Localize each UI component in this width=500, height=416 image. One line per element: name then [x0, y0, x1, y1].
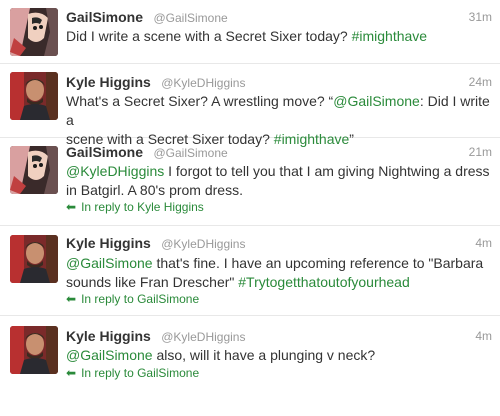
avatar[interactable]	[10, 235, 58, 283]
avatar[interactable]	[10, 8, 58, 56]
author-handle[interactable]: @GailSimone	[153, 146, 227, 160]
photo-avatar-icon	[10, 72, 58, 120]
reply-arrow-icon: ⬅	[66, 200, 77, 214]
timestamp[interactable]: 4m	[475, 236, 492, 250]
tweet-header: Kyle Higgins @KyleDHiggins 4m	[66, 328, 492, 346]
text-segment: I forgot to tell you that I am giving Ni…	[164, 163, 490, 179]
avatar[interactable]	[10, 326, 58, 374]
reply-label: In reply to GailSimone	[81, 292, 200, 306]
photo-avatar-icon	[10, 326, 58, 374]
mention-link[interactable]: @GailSimone	[66, 255, 153, 271]
tweet[interactable]: Kyle Higgins @KyleDHiggins 4m @GailSimon…	[0, 316, 500, 416]
reply-label: In reply to Kyle Higgins	[81, 200, 204, 214]
author-name[interactable]: Kyle Higgins	[66, 328, 151, 344]
author-name[interactable]: GailSimone	[66, 9, 143, 25]
author-handle[interactable]: @KyleDHiggins	[161, 330, 245, 344]
tweet-header: GailSimone @GailSimone 31m	[66, 9, 492, 27]
timestamp[interactable]: 24m	[469, 75, 492, 89]
avatar[interactable]	[10, 146, 58, 194]
text-line: sounds like Fran Drescher" #Trytogetthat…	[66, 273, 492, 292]
text-line: @GailSimone that's fine. I have an upcom…	[66, 254, 492, 273]
text-segment: that's fine. I have an upcoming referenc…	[152, 255, 484, 271]
text-segment: also, will it have a plunging v neck?	[152, 347, 376, 363]
author-name[interactable]: GailSimone	[66, 144, 143, 160]
hashtag-link[interactable]: #imighthave	[352, 28, 428, 44]
tweet-timeline: GailSimone @GailSimone 31m Did I write a…	[0, 0, 500, 416]
comic-art-avatar-icon	[10, 146, 58, 194]
tweet-header: Kyle Higgins @KyleDHiggins 4m	[66, 235, 492, 253]
text-segment: What's a Secret Sixer? A wrestling move?…	[66, 93, 334, 109]
author-handle[interactable]: @KyleDHiggins	[161, 76, 245, 90]
mention-link[interactable]: @GailSimone	[333, 93, 420, 109]
in-reply-to-link[interactable]: ⬅ In reply to Kyle Higgins	[66, 200, 204, 214]
tweet-text: @KyleDHiggins I forgot to tell you that …	[66, 162, 492, 200]
reply-label: In reply to GailSimone	[81, 366, 200, 380]
tweet[interactable]: Kyle Higgins @KyleDHiggins 4m @GailSimon…	[0, 226, 500, 316]
comic-art-avatar-icon	[10, 8, 58, 56]
author-name[interactable]: Kyle Higgins	[66, 235, 151, 251]
in-reply-to-link[interactable]: ⬅ In reply to GailSimone	[66, 292, 199, 306]
tweet-text: @GailSimone that's fine. I have an upcom…	[66, 254, 492, 292]
tweet[interactable]: GailSimone @GailSimone 31m Did I write a…	[0, 0, 500, 64]
tweet-text: Did I write a scene with a Secret Sixer …	[66, 27, 492, 46]
text-segment: in Batgirl. A 80's prom dress.	[66, 182, 243, 198]
tweet-header: Kyle Higgins @KyleDHiggins 24m	[66, 74, 492, 92]
hashtag-link[interactable]: #Trytogetthatoutofyourhead	[238, 274, 410, 290]
timestamp[interactable]: 31m	[469, 10, 492, 24]
reply-arrow-icon: ⬅	[66, 292, 77, 306]
reply-arrow-icon: ⬅	[66, 366, 77, 380]
text-line: What's a Secret Sixer? A wrestling move?…	[66, 92, 492, 130]
avatar[interactable]	[10, 72, 58, 120]
timestamp[interactable]: 4m	[475, 329, 492, 343]
text-segment: sounds like Fran Drescher"	[66, 274, 239, 290]
text-line: in Batgirl. A 80's prom dress.	[66, 181, 492, 200]
mention-link[interactable]: @KyleDHiggins	[66, 163, 164, 179]
tweet[interactable]: Kyle Higgins @KyleDHiggins 24m What's a …	[0, 64, 500, 147]
author-name[interactable]: Kyle Higgins	[66, 74, 151, 90]
mention-link[interactable]: @GailSimone	[66, 347, 153, 363]
tweet-text: @GailSimone also, will it have a plungin…	[66, 346, 492, 365]
timestamp[interactable]: 21m	[469, 145, 492, 159]
tweet[interactable]: GailSimone @GailSimone 21m @KyleDHiggins…	[0, 138, 500, 226]
author-handle[interactable]: @GailSimone	[153, 11, 227, 25]
in-reply-to-link[interactable]: ⬅ In reply to GailSimone	[66, 366, 199, 380]
photo-avatar-icon	[10, 235, 58, 283]
text-segment: Did I write a scene with a Secret Sixer …	[66, 28, 352, 44]
text-line: @KyleDHiggins I forgot to tell you that …	[66, 162, 492, 181]
tweet-header: GailSimone @GailSimone 21m	[66, 144, 492, 162]
author-handle[interactable]: @KyleDHiggins	[161, 237, 245, 251]
